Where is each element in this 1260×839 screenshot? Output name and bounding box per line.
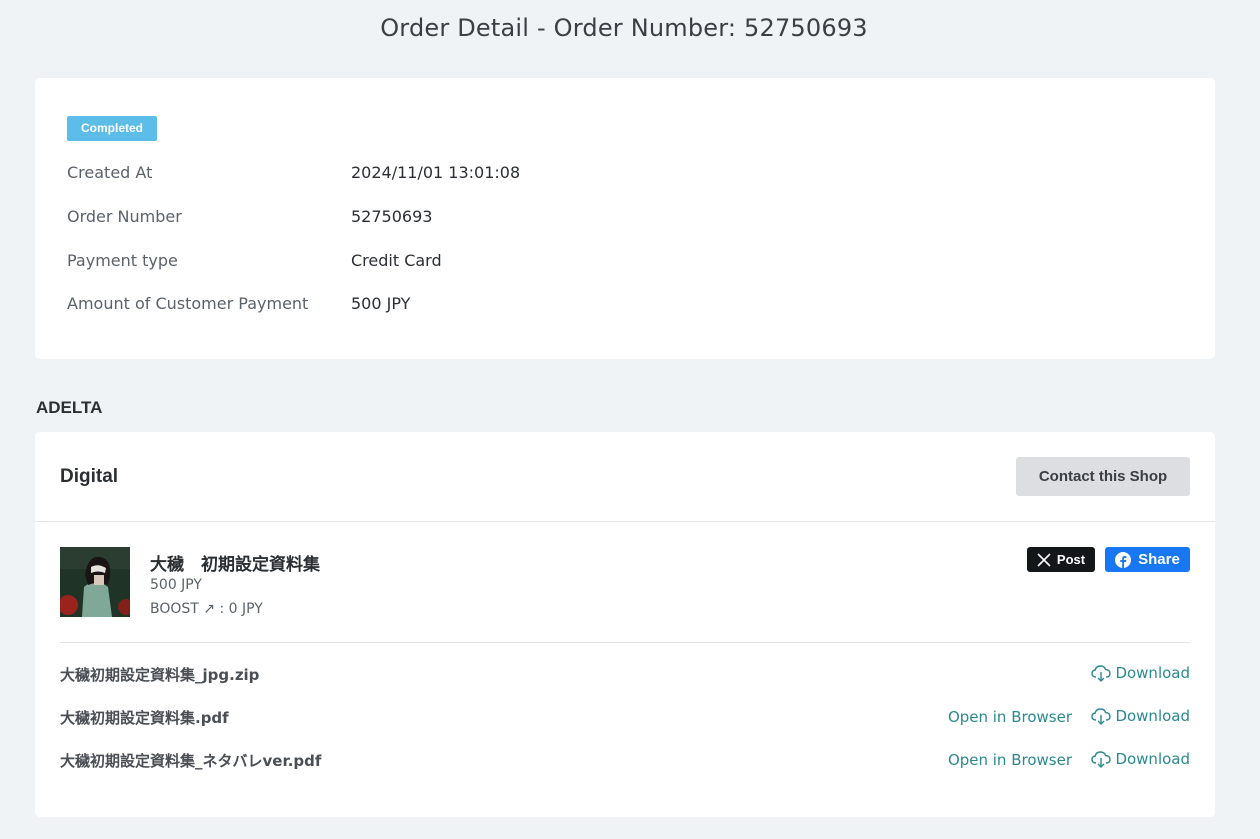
product-thumbnail-image xyxy=(60,547,130,617)
status-badge: Completed xyxy=(67,116,158,141)
download-label: Download xyxy=(1115,707,1190,725)
product-price: 500 JPY xyxy=(150,577,202,593)
product-boost: BOOST ↗ : 0 JPY xyxy=(150,601,263,617)
file-name: 大穢初期設定資料集_jpg.zip xyxy=(60,666,260,684)
file-name: 大穢初期設定資料集_ネタバレver.pdf xyxy=(60,752,322,770)
download-link[interactable]: Download xyxy=(1091,750,1190,768)
payment-type-value: Credit Card xyxy=(351,251,442,270)
share-button-label: Share xyxy=(1138,551,1180,568)
facebook-icon xyxy=(1115,551,1132,568)
file-name: 大穢初期設定資料集.pdf xyxy=(60,709,229,727)
post-button-label: Post xyxy=(1056,552,1086,567)
amount-value: 500 JPY xyxy=(351,294,411,313)
share-button[interactable]: Share xyxy=(1105,547,1190,572)
post-button[interactable]: Post xyxy=(1027,547,1095,572)
file-row: 大穢初期設定資料集.pdf Open in Browser Download xyxy=(60,707,1190,729)
open-in-browser-link[interactable]: Open in Browser xyxy=(948,708,1072,726)
contact-shop-button[interactable]: Contact this Shop xyxy=(1016,457,1190,496)
cloud-download-icon xyxy=(1091,708,1112,725)
open-in-browser-link[interactable]: Open in Browser xyxy=(948,751,1072,769)
download-label: Download xyxy=(1115,664,1190,682)
order-summary-card: Completed Created At 2024/11/01 13:01:08… xyxy=(35,78,1215,359)
cloud-download-icon xyxy=(1091,665,1112,682)
items-card-header: Digital Contact this Shop xyxy=(35,432,1215,522)
created-at-value: 2024/11/01 13:01:08 xyxy=(351,163,521,182)
section-title: Digital xyxy=(60,466,119,487)
shop-name: ADELTA xyxy=(36,398,103,417)
x-logo-icon xyxy=(1037,552,1051,567)
product-thumbnail[interactable] xyxy=(60,547,130,617)
download-label: Download xyxy=(1115,750,1190,768)
divider xyxy=(60,642,1190,643)
download-link[interactable]: Download xyxy=(1091,664,1190,682)
file-row: 大穢初期設定資料集_jpg.zip Download xyxy=(60,664,1190,686)
order-items-card: Digital Contact this Shop 大穢 初期設定資料集 500… xyxy=(35,432,1215,817)
cloud-download-icon xyxy=(1091,751,1112,768)
created-at-label: Created At xyxy=(67,163,153,182)
file-row: 大穢初期設定資料集_ネタバレver.pdf Open in Browser Do… xyxy=(60,750,1190,772)
page-title: Order Detail - Order Number: 52750693 xyxy=(380,14,868,42)
order-number-label: Order Number xyxy=(67,207,182,226)
product-title[interactable]: 大穢 初期設定資料集 xyxy=(150,550,320,575)
order-number-value: 52750693 xyxy=(351,207,433,226)
download-link[interactable]: Download xyxy=(1091,707,1190,725)
payment-type-label: Payment type xyxy=(67,251,178,270)
amount-label: Amount of Customer Payment xyxy=(67,294,309,313)
